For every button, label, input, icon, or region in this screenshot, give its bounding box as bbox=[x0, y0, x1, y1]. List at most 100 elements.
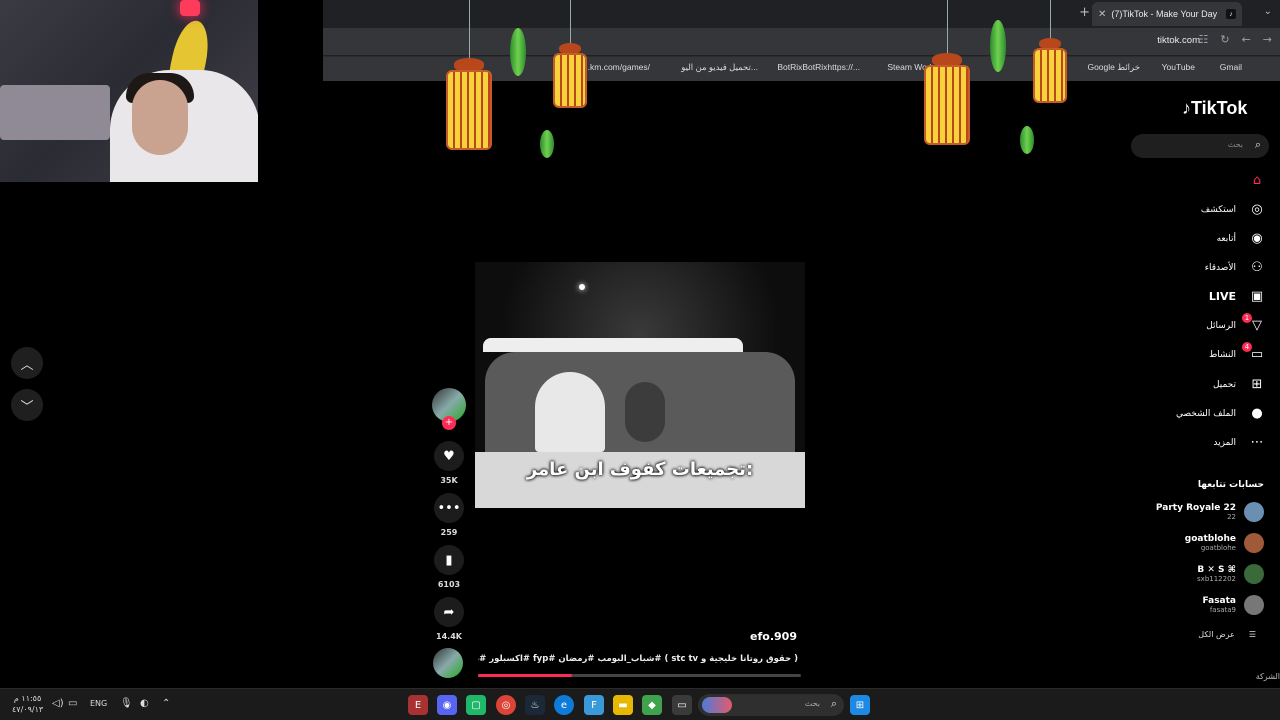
green-lantern-decoration bbox=[540, 130, 554, 158]
next-video-button[interactable]: ﹀ bbox=[11, 389, 43, 421]
taskbar-app-word[interactable]: F bbox=[584, 695, 604, 715]
video-player[interactable]: تجميعات كفوف ابن عامر: bbox=[475, 262, 805, 508]
bookmark-youtube[interactable]: YouTube bbox=[1162, 62, 1195, 72]
taskbar-app-chrome[interactable]: ◎ bbox=[496, 695, 516, 715]
network-icon[interactable]: ▭ bbox=[68, 698, 77, 709]
following-account[interactable]: Fasata fasata9 bbox=[1203, 595, 1264, 615]
search-input[interactable]: بحث ⌕ bbox=[1131, 134, 1269, 158]
tab-search-icon[interactable]: ⌄ bbox=[1264, 6, 1272, 17]
sidebar-item-activity[interactable]: النشاط ▭ 4 bbox=[1209, 342, 1266, 362]
video-progress-bar[interactable] bbox=[478, 674, 801, 677]
back-icon[interactable]: → bbox=[1263, 33, 1272, 46]
lantern-decoration bbox=[446, 0, 492, 165]
taskbar-app-task-view[interactable]: ▭ bbox=[672, 695, 692, 715]
search-placeholder: بحث bbox=[1227, 140, 1243, 149]
sidebar-item-following[interactable]: أتابعه ◉ bbox=[1217, 231, 1266, 246]
taskbar: ١١:٥٥ م ٤٧/٠٩/١٣ ◁) ▭ ENG 🎙 ◐ ⌃ E ◉ ▢ ◎ … bbox=[0, 688, 1280, 720]
compass-icon: ◎ bbox=[1251, 202, 1263, 217]
taskbar-app-epic[interactable]: E bbox=[408, 695, 428, 715]
messages-icon: ▽ 1 bbox=[1242, 313, 1266, 333]
taskbar-app-discord[interactable]: ◉ bbox=[437, 695, 457, 715]
sidebar-item-upload[interactable]: تحميل ⊞ bbox=[1213, 377, 1266, 392]
taskbar-app-store[interactable]: ▢ bbox=[466, 695, 486, 715]
previous-video-button[interactable]: ︿ bbox=[11, 347, 43, 379]
following-account[interactable]: goatblohe goatblohe bbox=[1185, 533, 1264, 553]
chevron-down-icon: ﹀ bbox=[20, 399, 34, 415]
sidebar-item-label: المزيد bbox=[1213, 437, 1236, 448]
clock[interactable]: ١١:٥٥ م ٤٧/٠٩/١٣ bbox=[12, 693, 43, 715]
share-button[interactable]: ➦ bbox=[434, 597, 464, 627]
friends-icon: ⚇ bbox=[1251, 260, 1263, 275]
url-text[interactable]: tiktok.com bbox=[1157, 35, 1200, 46]
notification-badge: 4 bbox=[1242, 342, 1252, 352]
green-lantern-decoration bbox=[510, 28, 526, 76]
reload-icon[interactable]: ↻ bbox=[1220, 33, 1229, 46]
forward-icon[interactable]: ← bbox=[1242, 33, 1251, 46]
sidebar-item-more[interactable]: المزيد ⋯ bbox=[1213, 435, 1266, 450]
site-settings-icon[interactable]: ☷ bbox=[1198, 33, 1208, 46]
tray-app-icon[interactable]: ◐ bbox=[140, 698, 149, 709]
sidebar-item-profile[interactable]: الملف الشخصي ● bbox=[1176, 406, 1266, 421]
taskbar-app-steam[interactable]: ♨ bbox=[525, 695, 545, 715]
sidebar-item-live[interactable]: LIVE ▣ bbox=[1209, 289, 1266, 304]
bookmark-games[interactable]: ...km.com/games/ bbox=[583, 62, 650, 72]
company-link[interactable]: الشركة bbox=[1256, 672, 1280, 681]
video-description: ( حقوق روتانا خليجية و stc tv ) #شباب_ال… bbox=[478, 654, 798, 664]
following-account[interactable]: Party Royale 22 22 bbox=[1156, 502, 1264, 522]
more-icon: ⋯ bbox=[1250, 435, 1264, 450]
video-progress-fill bbox=[478, 674, 572, 677]
sidebar-item-label: الرسائل bbox=[1206, 320, 1236, 331]
windows-start-icon[interactable]: ⊞ bbox=[850, 695, 870, 715]
lantern-decoration bbox=[553, 0, 587, 115]
save-button[interactable]: ▮ bbox=[434, 545, 464, 575]
creator-avatar[interactable]: + bbox=[432, 388, 466, 430]
sidebar-item-messages[interactable]: الرسائل ▽ 1 bbox=[1206, 313, 1266, 333]
following-icon: ◉ bbox=[1251, 231, 1263, 246]
sidebar-item-label: الأصدقاء bbox=[1204, 262, 1236, 273]
video-car-roof bbox=[483, 338, 743, 352]
language-indicator[interactable]: ENG bbox=[90, 699, 107, 708]
search-icon: ⌕ bbox=[830, 697, 837, 710]
sidebar-item-friends[interactable]: الأصدقاء ⚇ bbox=[1205, 260, 1266, 275]
following-section-title: حسابات تتابعها bbox=[1197, 480, 1264, 490]
bookmark-gmail[interactable]: Gmail bbox=[1220, 62, 1242, 72]
webcam-bed bbox=[0, 85, 110, 140]
search-icon[interactable]: ⌕ bbox=[1255, 138, 1261, 152]
taskbar-search[interactable]: بحث ⌕ bbox=[698, 694, 844, 716]
follow-plus-icon[interactable]: + bbox=[442, 416, 456, 430]
home-icon: ⌂ bbox=[1252, 173, 1262, 188]
save-count: 6103 bbox=[437, 580, 461, 589]
video-streetlight bbox=[579, 284, 585, 290]
taskbar-app-xbox[interactable]: ◆ bbox=[642, 695, 662, 715]
close-tab-icon[interactable]: ✕ bbox=[1098, 9, 1106, 20]
webcam-edge bbox=[258, 0, 323, 182]
activity-icon: ▭ 4 bbox=[1242, 342, 1266, 362]
following-account[interactable]: B ✕ S ⌘ sxb112202 bbox=[1197, 564, 1264, 584]
like-button[interactable]: ♥ bbox=[434, 441, 464, 471]
taskbar-app-file-explorer[interactable]: ▬ bbox=[613, 695, 633, 715]
bookmark-video-download[interactable]: تحميل فيديو من اليو... bbox=[681, 62, 758, 73]
sidebar-item-home[interactable]: ⌂ bbox=[1236, 173, 1266, 188]
tiktok-logo[interactable]: ♪TikTok bbox=[1182, 98, 1247, 119]
sidebar-item-explore[interactable]: استكشف ◎ bbox=[1201, 202, 1266, 217]
lantern-decoration bbox=[1033, 0, 1067, 110]
new-tab-button[interactable]: + bbox=[1079, 5, 1090, 20]
comment-button[interactable]: ••• bbox=[434, 493, 464, 523]
upload-icon: ⊞ bbox=[1251, 377, 1263, 392]
next-creator-avatar[interactable] bbox=[433, 648, 463, 678]
avatar bbox=[1244, 564, 1264, 584]
bookmark-maps[interactable]: Google خرائط bbox=[1087, 62, 1140, 73]
bookmark-botrix[interactable]: BotRixBotRixhttps://... bbox=[777, 62, 860, 72]
volume-icon[interactable]: ◁) bbox=[52, 698, 64, 709]
green-lantern-decoration bbox=[1020, 126, 1034, 154]
bookmark-icon: ▮ bbox=[445, 552, 453, 568]
see-all-link[interactable]: عرض الكل ☰ bbox=[1198, 630, 1256, 639]
video-author[interactable]: efo.909 bbox=[700, 630, 797, 643]
webcam-face bbox=[132, 80, 188, 155]
microphone-icon[interactable]: 🎙 bbox=[120, 698, 133, 709]
chevron-up-icon[interactable]: ⌃ bbox=[162, 698, 170, 709]
list-icon: ☰ bbox=[1248, 630, 1256, 639]
share-count: 14.4K bbox=[436, 632, 462, 641]
taskbar-app-edge[interactable]: e bbox=[554, 695, 574, 715]
browser-tab[interactable]: ✕ (7)TikTok - Make Your Day ♪ bbox=[1092, 2, 1242, 26]
